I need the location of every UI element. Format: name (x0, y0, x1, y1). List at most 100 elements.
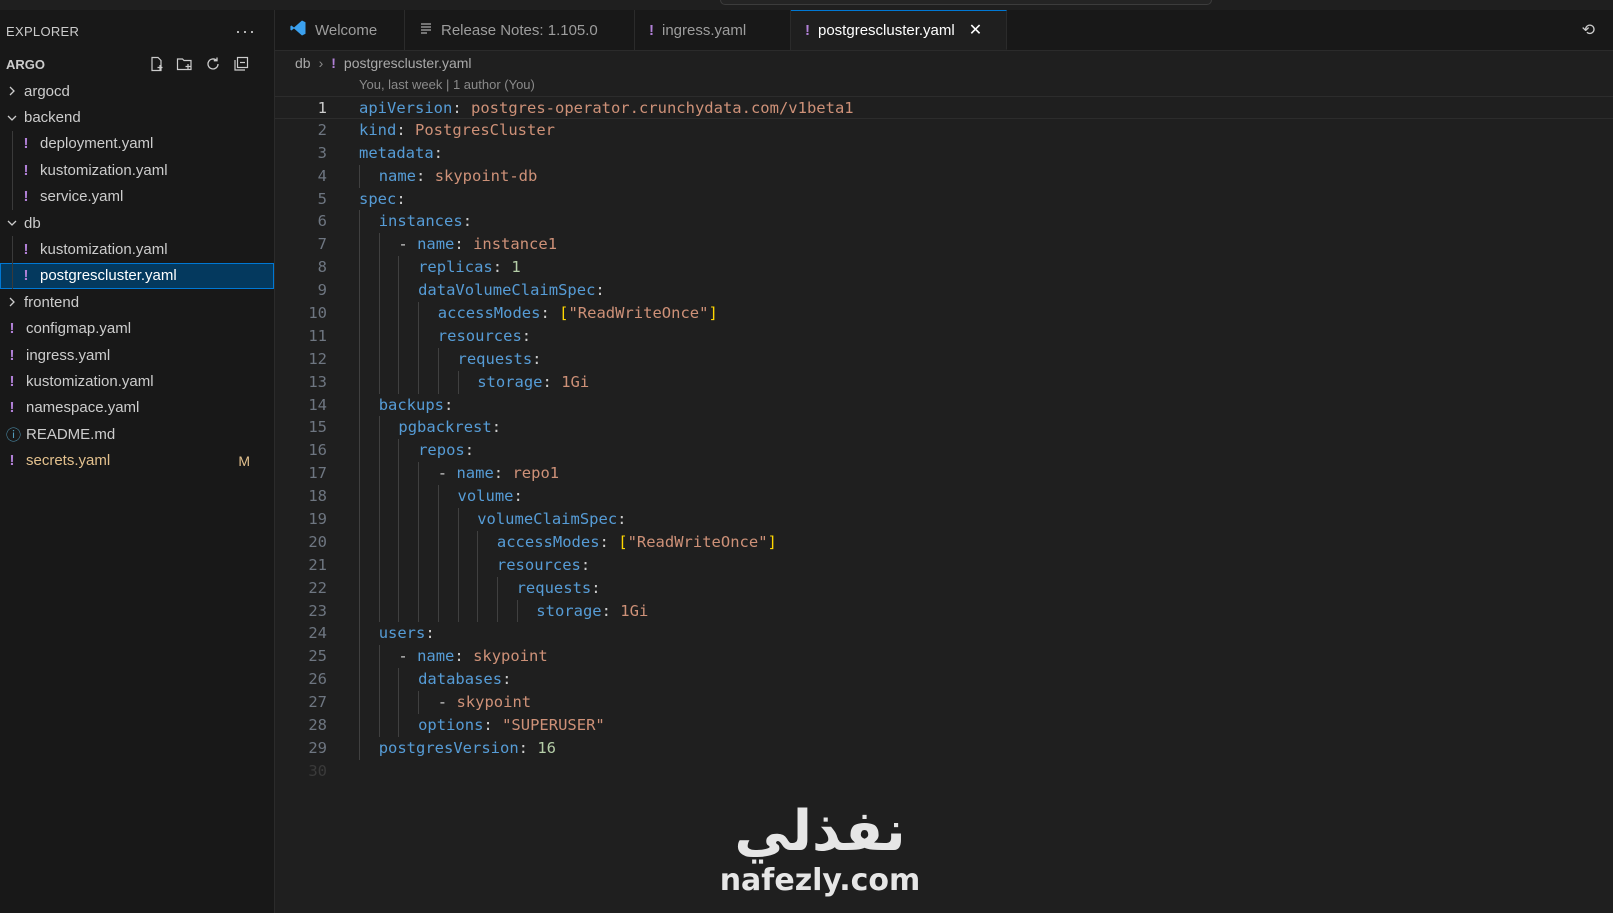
indent-guide (418, 485, 420, 509)
codelens-blame[interactable]: You, last week | 1 author (You) (275, 75, 1613, 95)
tree-item-label: deployment.yaml (40, 135, 154, 153)
indent-guide (359, 736, 360, 760)
tree-file[interactable]: ! postgrescluster.yaml (0, 262, 274, 290)
code-line[interactable]: 13 storage: 1Gi (275, 370, 1613, 394)
indent-guide (418, 347, 420, 371)
code-line[interactable]: 22 requests: (275, 576, 1613, 600)
code-text: volume: (458, 485, 523, 508)
code-text: backups: (379, 394, 454, 417)
code-lines[interactable]: 1 apiVersion: postgres-operator.crunchyda… (275, 96, 1613, 783)
tree-folder[interactable]: argocd (0, 78, 274, 104)
refresh-icon[interactable] (204, 55, 222, 73)
token: spec (359, 189, 397, 208)
tree-file[interactable]: ! ingress.yaml (0, 342, 274, 368)
code-text: dataVolumeClaimSpec: (418, 279, 605, 302)
breadcrumb-folder[interactable]: db (295, 55, 311, 71)
code-line[interactable]: 17 - name: repo1 (275, 462, 1613, 486)
tree-file[interactable]: ! namespace.yaml (0, 395, 274, 421)
tree-file[interactable]: ! kustomization.yaml (0, 157, 274, 184)
code-line[interactable]: 28 options: "SUPERUSER" (275, 714, 1613, 737)
code-line[interactable]: 21 resources: (275, 553, 1613, 577)
indent-guide (359, 714, 360, 737)
indent-guide (378, 645, 380, 669)
indent-guide (359, 462, 360, 486)
code-line[interactable]: 20 accessModes: ["ReadWriteOnce"] (275, 530, 1613, 554)
tree-folder[interactable]: frontend (0, 289, 274, 315)
new-folder-icon[interactable] (176, 55, 194, 73)
tree-file[interactable]: ! service.yaml (0, 183, 274, 210)
tab-postgrescluster-yaml[interactable]: ! postgrescluster.yaml ✕ (791, 10, 1007, 50)
code-line[interactable]: 6 instances: (275, 210, 1613, 234)
code-editor[interactable]: db › ! postgrescluster.yaml You, last we… (275, 51, 1613, 913)
code-line[interactable]: 3 metadata: (275, 142, 1613, 165)
tab-release-notes-1-105-0[interactable]: Release Notes: 1.105.0 (405, 10, 635, 50)
indent-guide (477, 599, 479, 623)
new-file-icon[interactable] (148, 55, 166, 73)
code-text: - skypoint (438, 691, 531, 714)
code-line[interactable]: 14 backups: (275, 393, 1613, 417)
breadcrumb-file[interactable]: postgrescluster.yaml (344, 55, 472, 71)
indent-guide (12, 236, 13, 263)
line-number: 15 (308, 418, 327, 437)
code-line[interactable]: 16 repos: (275, 439, 1613, 463)
code-line[interactable]: 5 spec: (275, 188, 1613, 211)
tree-file[interactable]: ! deployment.yaml (0, 130, 274, 158)
code-line[interactable]: 23 storage: 1Gi (275, 599, 1613, 623)
code-line[interactable]: 25 - name: skypoint (275, 645, 1613, 669)
timeline-icon[interactable]: ⟲ (1582, 20, 1595, 40)
indent-guide (437, 553, 439, 577)
code-line[interactable]: 15 pgbackrest: (275, 416, 1613, 440)
collapse-all-icon[interactable] (232, 55, 250, 73)
code-line[interactable]: 11 resources: (275, 324, 1613, 348)
project-header[interactable]: ARGO (0, 52, 274, 76)
tree-folder[interactable]: db (0, 210, 274, 236)
indent-guide (378, 576, 380, 600)
tree-folder[interactable]: backend (0, 104, 274, 130)
code-line[interactable]: 30 (275, 760, 1613, 783)
indent-guide (457, 530, 459, 554)
code-line[interactable]: 29 postgresVersion: 16 (275, 736, 1613, 760)
tree-item-label: kustomization.yaml (26, 372, 154, 390)
code-line[interactable]: 2 kind: PostgresCluster (275, 119, 1613, 142)
token: : (532, 349, 542, 368)
code-line[interactable]: 8 replicas: 1 (275, 256, 1613, 280)
token: : (540, 304, 560, 323)
tree-file[interactable]: ! kustomization.yaml (0, 368, 274, 394)
indent-guide (418, 553, 420, 577)
command-center[interactable] (720, 0, 1212, 5)
chevron-down-icon (6, 112, 18, 124)
code-line[interactable]: 9 dataVolumeClaimSpec: (275, 279, 1613, 303)
code-line[interactable]: 12 requests: (275, 347, 1613, 371)
line-number: 5 (317, 189, 327, 208)
tree-item-label: README.md (26, 425, 116, 443)
code-line[interactable]: 18 volume: (275, 485, 1613, 509)
token: accessModes (437, 304, 541, 323)
code-line[interactable]: 24 users: (275, 622, 1613, 646)
indent-guide (398, 324, 400, 348)
tab-ingress-yaml[interactable]: ! ingress.yaml (635, 10, 791, 50)
code-line[interactable]: 10 accessModes: ["ReadWriteOnce"] (275, 302, 1613, 325)
line-number: 3 (317, 143, 327, 162)
close-icon[interactable]: ✕ (969, 20, 982, 40)
yaml-file-icon: ! (23, 135, 29, 153)
tree-file[interactable]: ! kustomization.yaml (0, 236, 274, 263)
code-line[interactable]: 1 apiVersion: postgres-operator.crunchyda… (275, 96, 1613, 119)
code-line[interactable]: 26 databases: (275, 668, 1613, 692)
code-line[interactable]: 19 volumeClaimSpec: (275, 508, 1613, 531)
code-line[interactable]: 7 - name: instance1 (275, 233, 1613, 257)
yaml-file-icon: ! (23, 241, 29, 259)
code-line[interactable]: 27 - skypoint (275, 691, 1613, 715)
line-number: 11 (308, 326, 327, 345)
code-text: storage: 1Gi (536, 600, 648, 623)
token: : (396, 120, 415, 139)
tree-item-label: kustomization.yaml (40, 161, 168, 179)
tree-file[interactable]: ⓘ README.md (0, 421, 274, 447)
more-actions-icon[interactable]: ··· (235, 21, 268, 42)
code-text: instances: (379, 210, 472, 233)
code-line[interactable]: 4 name: skypoint-db (275, 164, 1613, 188)
tab-welcome[interactable]: Welcome (275, 10, 405, 50)
tree-file[interactable]: ! configmap.yaml (0, 316, 274, 342)
tree-file[interactable]: ! secrets.yaml M (0, 447, 274, 473)
line-number: 19 (308, 510, 327, 529)
token: "ReadWriteOnce" (627, 532, 768, 551)
